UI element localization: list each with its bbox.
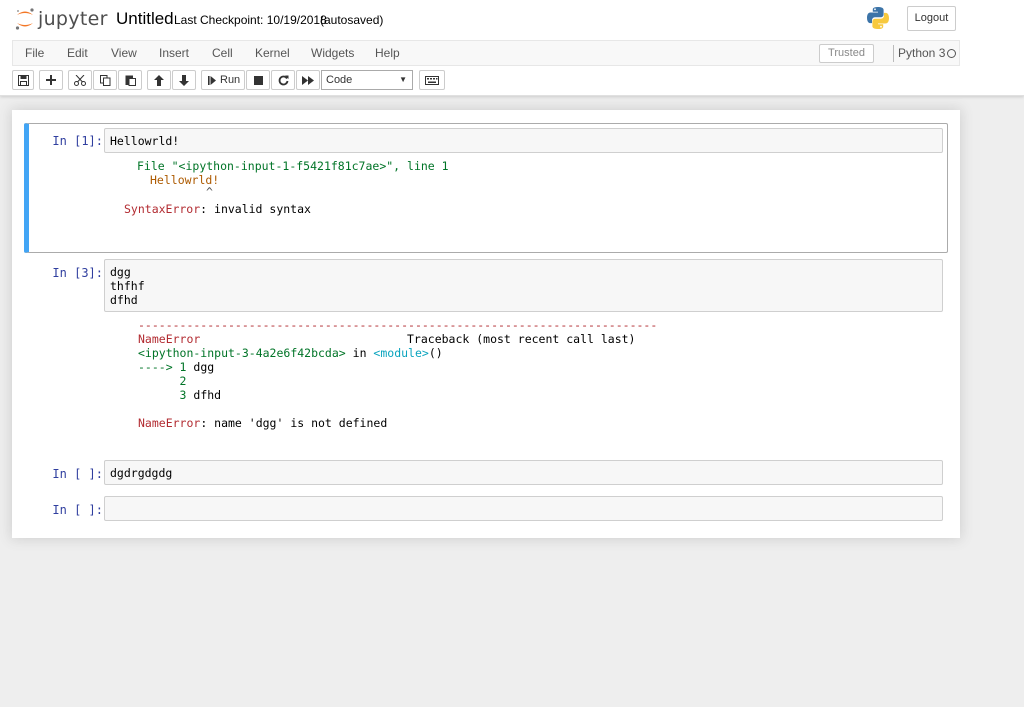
menu-insert[interactable]: Insert xyxy=(159,46,189,60)
chevron-down-icon: ▼ xyxy=(399,75,407,84)
jupyter-logo-icon xyxy=(15,8,34,30)
command-palette-button[interactable] xyxy=(419,70,445,90)
notebook-container: In [1]: Hellowrld! File "<ipython-input-… xyxy=(12,110,960,538)
traceback-line-3-num: 3 xyxy=(138,388,194,402)
input-prompt: In [3]: xyxy=(52,266,103,280)
code-cell-1[interactable]: In [1]: Hellowrld! File "<ipython-input-… xyxy=(24,123,948,253)
paste-button[interactable] xyxy=(118,70,142,90)
traceback-parens: () xyxy=(428,346,443,360)
menu-kernel[interactable]: Kernel xyxy=(255,46,290,60)
menu-view[interactable]: View xyxy=(111,46,137,60)
move-up-button[interactable] xyxy=(147,70,171,90)
input-prompt: In [1]: xyxy=(52,134,103,148)
cut-icon xyxy=(74,74,86,86)
menu-file[interactable]: File xyxy=(25,46,44,60)
traceback-location: <ipython-input-3-4a2e6f42bcda> in <modul… xyxy=(138,346,443,360)
arrow-down-icon xyxy=(179,74,189,86)
code-input[interactable]: dgg thfhf dfhd xyxy=(104,259,943,312)
input-prompt: In [ ]: xyxy=(52,503,103,517)
output-caret: ^ xyxy=(206,185,213,199)
run-icon xyxy=(208,75,216,85)
error-name-final: NameError xyxy=(138,416,201,430)
output-file-label: File xyxy=(137,159,172,173)
error-name: NameError xyxy=(138,332,201,346)
restart-button[interactable] xyxy=(271,70,295,90)
traceback-line-1-code: dgg xyxy=(193,360,215,374)
output-file-path: "<ipython-input-1-f5421f81c7ae>", line 1 xyxy=(171,159,449,173)
fast-forward-icon xyxy=(302,75,314,85)
cell-type-select[interactable]: Code ▼ xyxy=(321,70,413,90)
traceback-arrow: ----> 1 xyxy=(138,360,194,374)
traceback-label: Traceback (most recent call last) xyxy=(407,332,636,346)
save-button[interactable] xyxy=(12,70,34,90)
code-cell-2[interactable]: In [3]: dgg thfhf dfhd -----------------… xyxy=(24,259,948,449)
error-message: : name 'dgg' is not defined xyxy=(200,416,388,430)
traceback-module: <module> xyxy=(373,346,429,360)
traceback-in: in xyxy=(345,346,374,360)
stop-icon xyxy=(253,75,263,85)
restart-icon xyxy=(278,75,288,85)
traceback-line-3-code: dfhd xyxy=(193,388,222,402)
header: jupyter Untitled Last Checkpoint: 10/19/… xyxy=(0,0,1024,96)
interrupt-button[interactable] xyxy=(246,70,270,90)
trusted-indicator[interactable]: Trusted xyxy=(819,44,874,63)
jupyter-logo[interactable]: jupyter xyxy=(14,6,108,32)
menu-cell[interactable]: Cell xyxy=(212,46,233,60)
paste-icon xyxy=(125,75,136,86)
cell-type-value: Code xyxy=(326,74,353,86)
traceback-line-3: 3 dfhd xyxy=(138,388,222,402)
output-error-line: NameError: name 'dgg' is not defined xyxy=(138,416,387,430)
output-area: File "<ipython-input-1-f5421f81c7ae>", l… xyxy=(137,159,449,173)
traceback-line-2: 2 xyxy=(138,374,187,388)
kernel-name: Python 3 xyxy=(898,46,946,60)
checkpoint-status: Last Checkpoint: 10/19/2018 xyxy=(174,13,327,27)
run-label: Run xyxy=(220,74,241,86)
input-prompt: In [ ]: xyxy=(52,467,103,481)
kernel-divider xyxy=(893,45,894,62)
traceback-file: <ipython-input-3-4a2e6f42bcda> xyxy=(138,346,346,360)
code-cell-4[interactable]: In [ ]: xyxy=(24,496,948,524)
copy-button[interactable] xyxy=(93,70,117,90)
output-error-line: SyntaxError: invalid syntax xyxy=(124,202,311,216)
autosave-status: (autosaved) xyxy=(320,13,384,27)
notebook-title[interactable]: Untitled xyxy=(116,9,174,29)
save-icon xyxy=(17,74,29,86)
kernel-status-icon xyxy=(947,49,956,58)
copy-icon xyxy=(99,74,110,86)
menu-bar: File Edit View Insert Cell Kernel Widget… xyxy=(12,40,960,66)
keyboard-icon xyxy=(425,75,439,85)
cut-button[interactable] xyxy=(68,70,92,90)
logout-button[interactable]: Logout xyxy=(907,6,956,31)
traceback-line-1: ----> 1 dgg xyxy=(138,360,214,374)
menu-help[interactable]: Help xyxy=(375,46,400,60)
run-button[interactable]: Run xyxy=(201,70,245,90)
arrow-up-icon xyxy=(154,74,164,86)
code-input[interactable] xyxy=(104,496,943,521)
error-name: SyntaxError xyxy=(124,202,201,216)
plus-icon xyxy=(46,75,56,85)
error-message: : invalid syntax xyxy=(200,202,311,216)
move-down-button[interactable] xyxy=(172,70,196,90)
restart-run-all-button[interactable] xyxy=(296,70,320,90)
code-input[interactable]: dgdrgdgdg xyxy=(104,460,943,485)
code-input[interactable]: Hellowrld! xyxy=(104,128,943,153)
menu-widgets[interactable]: Widgets xyxy=(311,46,354,60)
logo-text: jupyter xyxy=(38,8,108,30)
insert-cell-button[interactable] xyxy=(39,70,63,90)
menu-edit[interactable]: Edit xyxy=(67,46,88,60)
code-cell-3[interactable]: In [ ]: dgdrgdgdg xyxy=(24,460,948,488)
output-dashes: ----------------------------------------… xyxy=(138,318,658,332)
python-logo-icon xyxy=(866,6,890,30)
